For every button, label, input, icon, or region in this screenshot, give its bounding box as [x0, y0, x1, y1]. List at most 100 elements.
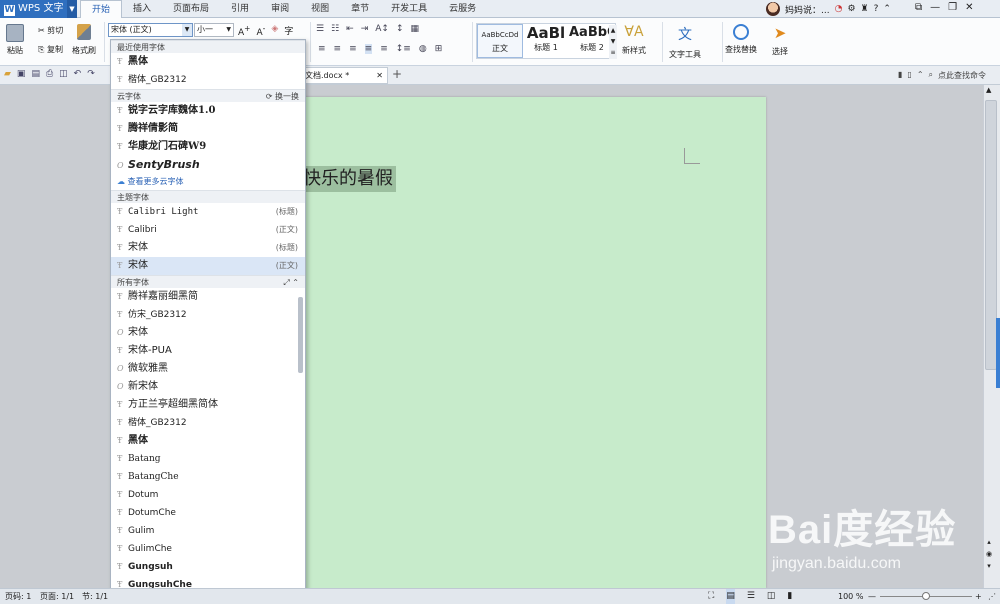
- tab-review[interactable]: 审阅: [260, 0, 300, 18]
- zoom-out-icon[interactable]: —: [868, 589, 876, 604]
- chevron-down-icon[interactable]: ▼: [67, 0, 77, 18]
- grow-font-icon[interactable]: A+: [238, 24, 250, 38]
- tab-page-layout[interactable]: 页面布局: [162, 0, 220, 18]
- sort-icon[interactable]: ↕: [396, 24, 404, 34]
- doc-list-icon[interactable]: ▯: [907, 70, 911, 81]
- chevron-down-icon[interactable]: ▼: [226, 24, 231, 36]
- align-right-icon[interactable]: ≡: [349, 44, 357, 54]
- copy-button[interactable]: ⎘ 复制: [38, 44, 63, 55]
- font-name-combo[interactable]: 宋体 (正文) ▼: [108, 23, 193, 37]
- chevron-up-icon[interactable]: ⌃: [917, 70, 924, 81]
- font-option[interactable]: Ŧ Batang: [111, 450, 305, 468]
- font-option[interactable]: Ŧ 方正兰亭超细黑简体: [111, 396, 305, 414]
- resize-grip-icon[interactable]: ⋰: [988, 589, 996, 604]
- undo-icon[interactable]: ↶: [74, 69, 82, 79]
- restore-down-icon[interactable]: ⧉: [915, 2, 922, 13]
- tab-cloud[interactable]: 云服务: [438, 0, 487, 18]
- text-direction-icon[interactable]: A↕: [375, 24, 389, 34]
- print-icon[interactable]: ⎙: [46, 69, 53, 79]
- font-option[interactable]: Ŧ 黑体: [111, 53, 305, 71]
- select-button[interactable]: ➤ 选择: [772, 24, 788, 57]
- document-text[interactable]: 快乐的暑假: [303, 166, 396, 192]
- find-replace-button[interactable]: 查找替换: [725, 24, 757, 55]
- save-icon[interactable]: ▣: [17, 69, 26, 79]
- close-icon[interactable]: ✕: [376, 68, 383, 84]
- user-area[interactable]: 妈妈说：... ◔ ⚙ ♜ ? ⌃: [766, 0, 891, 18]
- font-option[interactable]: Ŧ 锐字云字库魏体1.0: [111, 102, 305, 120]
- font-option[interactable]: Ŧ DotumChe: [111, 504, 305, 522]
- font-option[interactable]: O 新宋体: [111, 378, 305, 396]
- new-style-button[interactable]: ⱯA 新样式: [622, 24, 646, 56]
- font-size-combo[interactable]: 小一 ▼: [194, 23, 234, 37]
- page-nav-icons[interactable]: ▴ ◉ ▾: [986, 536, 992, 572]
- justify-icon[interactable]: ≡: [364, 44, 373, 54]
- shirt-icon[interactable]: ♜: [861, 4, 869, 14]
- help-icon[interactable]: ?: [874, 4, 879, 14]
- tab-references[interactable]: 引用: [220, 0, 260, 18]
- fullscreen-icon[interactable]: ⛶: [708, 589, 714, 604]
- clear-format-icon[interactable]: ◈: [271, 24, 278, 38]
- styles-scroll[interactable]: ▲ ▼ ≡: [609, 25, 617, 59]
- zoom-in-icon[interactable]: +: [975, 589, 982, 604]
- status-pages[interactable]: 页面: 1/1: [40, 589, 74, 604]
- font-option[interactable]: Ŧ 宋体 (标题): [111, 239, 305, 257]
- style-heading-1[interactable]: AaBl 标题 1: [523, 24, 569, 58]
- font-option[interactable]: Ŧ 华康龙门石碑W9: [111, 138, 305, 156]
- font-option[interactable]: O 微软雅黑: [111, 360, 305, 378]
- avatar[interactable]: [766, 2, 780, 16]
- font-option[interactable]: Ŧ GulimChe: [111, 540, 305, 558]
- redo-icon[interactable]: ↷: [87, 69, 95, 79]
- save-as-icon[interactable]: ▤: [31, 69, 40, 79]
- more-cloud-fonts-link[interactable]: ☁ 查看更多云字体: [111, 174, 305, 190]
- font-option[interactable]: Ŧ Calibri (正文): [111, 221, 305, 239]
- side-panel-toggle[interactable]: [996, 318, 1000, 388]
- open-folder-icon[interactable]: ▰: [4, 69, 11, 79]
- shrink-font-icon[interactable]: A-: [256, 24, 265, 38]
- status-section[interactable]: 节: 1/1: [82, 589, 108, 604]
- align-left-icon[interactable]: ≡: [318, 44, 326, 54]
- doc-icon[interactable]: ▮: [898, 70, 902, 81]
- font-option[interactable]: Ŧ 楷体_GB2312: [111, 414, 305, 432]
- tab-insert[interactable]: 插入: [122, 0, 162, 18]
- zoom-slider-handle[interactable]: [922, 592, 930, 600]
- font-option[interactable]: Ŧ 腾祥倩影简: [111, 120, 305, 138]
- line-spacing-icon[interactable]: ↕≡: [396, 44, 411, 54]
- font-option[interactable]: O SentyBrush: [111, 156, 305, 174]
- bullets-icon[interactable]: ☰: [316, 24, 324, 34]
- web-view-icon[interactable]: ◫: [767, 589, 776, 604]
- font-option[interactable]: O 宋体: [111, 324, 305, 342]
- style-normal[interactable]: AaBbCcDd 正文: [477, 24, 523, 58]
- cut-button[interactable]: ✂ 剪切: [38, 25, 63, 36]
- page-view-icon[interactable]: ▤: [726, 589, 735, 604]
- tab-home[interactable]: 开始: [80, 0, 123, 19]
- tab-developer[interactable]: 开发工具: [380, 0, 438, 18]
- align-center-icon[interactable]: ≡: [334, 44, 342, 54]
- document-tab[interactable]: 文档.docx * ✕: [300, 67, 388, 84]
- format-painter-button[interactable]: 格式刷: [72, 24, 96, 56]
- dropdown-scrollbar-thumb[interactable]: [298, 297, 303, 373]
- minimize-icon[interactable]: —: [930, 2, 940, 13]
- font-option[interactable]: Ŧ 宋体-PUA: [111, 342, 305, 360]
- font-option[interactable]: Ŧ 仿宋_GB2312: [111, 306, 305, 324]
- font-option[interactable]: Ŧ 黑体: [111, 432, 305, 450]
- font-option-selected[interactable]: Ŧ 宋体 (正文): [111, 257, 305, 275]
- close-icon[interactable]: ✕: [965, 2, 973, 13]
- user-name[interactable]: 妈妈说：...: [785, 3, 830, 16]
- table-icon[interactable]: ▦: [411, 24, 420, 34]
- chevron-up-icon[interactable]: ⌃: [883, 4, 891, 14]
- borders-icon[interactable]: ⊞: [435, 44, 443, 54]
- chevron-up-icon[interactable]: ⌃: [292, 278, 299, 287]
- font-option[interactable]: Ŧ Gulim: [111, 522, 305, 540]
- font-option[interactable]: Ŧ 腾祥嘉丽细黑简: [111, 288, 305, 306]
- numbering-icon[interactable]: ☷: [331, 24, 339, 34]
- phonetic-icon[interactable]: 字: [284, 24, 293, 38]
- font-option[interactable]: Ŧ Dotum: [111, 486, 305, 504]
- increase-indent-icon[interactable]: ⇥: [361, 24, 369, 34]
- preview-icon[interactable]: ◫: [59, 69, 68, 79]
- chevron-down-icon[interactable]: ▼: [182, 24, 192, 36]
- search-command-label[interactable]: 点此查找命令: [938, 70, 986, 81]
- distributed-icon[interactable]: ≡: [380, 44, 388, 54]
- font-option[interactable]: Ŧ BatangChe: [111, 468, 305, 486]
- pin-icon[interactable]: ⤢: [283, 278, 292, 287]
- command-search[interactable]: ▮ ▯ ⌃ ⌕ 点此查找命令: [898, 70, 986, 81]
